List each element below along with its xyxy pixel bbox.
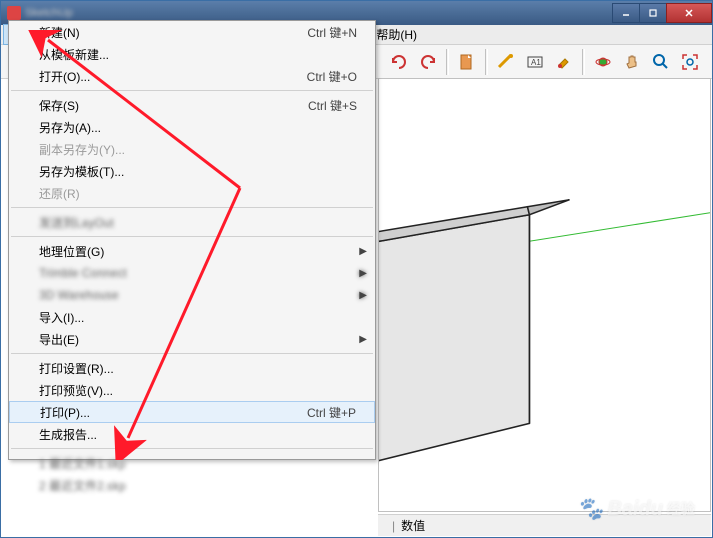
svg-text:A1: A1 — [531, 58, 541, 67]
menu-item-label: 1 最近文件1.skp — [39, 455, 367, 472]
pan-icon[interactable] — [619, 49, 645, 75]
menu-item[interactable]: 2 最近文件2.skp — [9, 474, 375, 496]
menu-item-label: 还原(R) — [39, 185, 367, 202]
menu-item[interactable]: 从模板新建... — [9, 43, 375, 65]
menu-item-label: Trimble Connect — [39, 266, 367, 280]
paint-icon[interactable] — [551, 49, 577, 75]
submenu-arrow-icon: ▶ — [359, 246, 367, 257]
menu-item-label: 从模板新建... — [39, 46, 367, 63]
maximize-button[interactable] — [639, 3, 667, 23]
menu-separator — [11, 90, 373, 91]
menu-item-label: 打开(O)... — [39, 68, 307, 85]
menu-item-label: 生成报告... — [39, 426, 367, 443]
title-left: SketchUp — [7, 6, 73, 20]
viewport-3d[interactable] — [378, 78, 711, 512]
menu-item[interactable]: 打印预览(V)... — [9, 379, 375, 401]
page-icon[interactable] — [454, 49, 480, 75]
redo-icon[interactable] — [415, 49, 441, 75]
menu-item[interactable]: Trimble Connect▶ — [9, 262, 375, 284]
menu-item-label: 打印(P)... — [40, 404, 307, 421]
menu-item-label: 发送到LayOut — [39, 214, 367, 231]
menu-帮助(H)[interactable]: 帮助(H) — [370, 24, 423, 45]
menu-item[interactable]: 导入(I)... — [9, 306, 375, 328]
menu-item-label: 2 最近文件2.skp — [39, 477, 367, 494]
menu-item-label: 另存为(A)... — [39, 119, 367, 136]
app-window: SketchUp 文件(F)编辑(E)视图(V)相机(C)绘图(R)工具(T)窗… — [0, 0, 713, 538]
text-icon[interactable]: A1 — [522, 49, 548, 75]
toolbar-separator — [582, 49, 585, 75]
menu-shortcut: Ctrl 键+O — [307, 68, 357, 85]
window-controls — [613, 3, 712, 23]
menu-item: 副本另存为(Y)... — [9, 138, 375, 160]
menu-separator — [11, 207, 373, 208]
menu-separator — [11, 448, 373, 449]
menu-item[interactable]: 保存(S)Ctrl 键+S — [9, 94, 375, 116]
tape-icon[interactable] — [493, 49, 519, 75]
zoom-icon[interactable] — [648, 49, 674, 75]
zoom-extents-icon[interactable] — [677, 49, 703, 75]
menu-item[interactable]: 打开(O)...Ctrl 键+O — [9, 65, 375, 87]
menu-shortcut: Ctrl 键+P — [307, 404, 356, 421]
menu-item[interactable]: 1 最近文件1.skp — [9, 452, 375, 474]
menu-item-label: 3D Warehouse — [39, 288, 367, 302]
menu-shortcut: Ctrl 键+S — [308, 97, 357, 114]
submenu-arrow-icon: ▶ — [359, 290, 367, 301]
minimize-button[interactable] — [612, 3, 640, 23]
orbit-icon[interactable] — [590, 49, 616, 75]
menu-item[interactable]: 另存为模板(T)... — [9, 160, 375, 182]
close-button[interactable] — [666, 3, 712, 23]
menu-separator — [11, 353, 373, 354]
app-icon — [7, 6, 21, 20]
menu-item[interactable]: 另存为(A)... — [9, 116, 375, 138]
menu-item-label: 副本另存为(Y)... — [39, 141, 367, 158]
menu-item[interactable]: 导出(E)▶ — [9, 328, 375, 350]
menu-item-label: 新建(N) — [39, 24, 307, 41]
menu-shortcut: Ctrl 键+N — [307, 24, 357, 41]
menu-item: 还原(R) — [9, 182, 375, 204]
menu-item-label: 另存为模板(T)... — [39, 163, 367, 180]
menu-item-label: 打印预览(V)... — [39, 382, 367, 399]
status-separator: | — [392, 519, 395, 533]
menu-item[interactable]: 地理位置(G)▶ — [9, 240, 375, 262]
app-title: SketchUp — [25, 7, 73, 19]
toolbar-separator — [485, 49, 488, 75]
menu-item[interactable]: 打印设置(R)... — [9, 357, 375, 379]
menu-item-label: 导出(E) — [39, 331, 367, 348]
file-dropdown-menu: 新建(N)Ctrl 键+N 从模板新建... 打开(O)...Ctrl 键+O 保存(… — [8, 20, 376, 460]
menu-item[interactable]: 发送到LayOut — [9, 211, 375, 233]
statusbar: | 数值 — [378, 514, 711, 536]
undo-icon[interactable] — [386, 49, 412, 75]
menu-item-label: 导入(I)... — [39, 309, 367, 326]
menu-item-label: 打印设置(R)... — [39, 360, 367, 377]
submenu-arrow-icon: ▶ — [359, 334, 367, 345]
menu-item[interactable]: 3D Warehouse▶ — [9, 284, 375, 306]
menu-separator — [11, 236, 373, 237]
toolbar-separator — [446, 49, 449, 75]
menu-item-label: 保存(S) — [39, 97, 308, 114]
menu-item[interactable]: 打印(P)...Ctrl 键+P — [9, 401, 375, 423]
menu-item[interactable]: 新建(N)Ctrl 键+N — [9, 21, 375, 43]
menu-item[interactable]: 生成报告... — [9, 423, 375, 445]
menu-item-label: 地理位置(G) — [39, 243, 367, 260]
status-label: 数值 — [401, 517, 425, 534]
submenu-arrow-icon: ▶ — [359, 268, 367, 279]
